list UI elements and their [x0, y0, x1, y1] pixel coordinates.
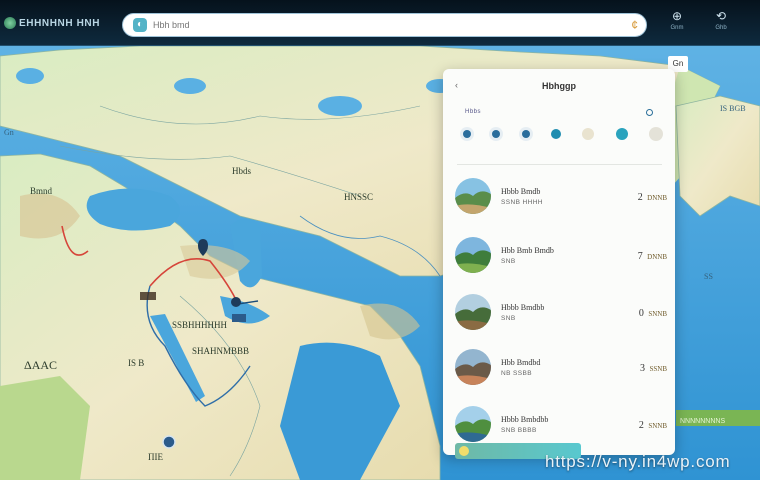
panel-subheading: Hbbs — [465, 109, 482, 115]
app-logo-text: EHHNHNH HNH — [19, 17, 101, 29]
locate-button[interactable]: ⟲ Ghb — [706, 9, 736, 31]
category-dot[interactable] — [648, 127, 663, 141]
place-card[interactable]: Hbb Bmb Bmdb SNB 7 DNNB — [455, 230, 667, 280]
place-badge: DNNB — [647, 194, 667, 202]
map-marker-box-2[interactable] — [140, 292, 156, 300]
map-pin-3[interactable] — [162, 435, 176, 449]
map-label-5: SSBHHHHHH — [172, 320, 228, 330]
map-legend-strip: NNNNNNNNS — [676, 410, 760, 426]
category-filter-row — [463, 127, 663, 141]
panel-divider — [457, 164, 662, 165]
top-bar: EHHNHNH HNH ◐ ¢ ⊕ Gnm ⟲ Ghb — [0, 0, 760, 46]
place-title: Hbb Bmdbd — [501, 357, 541, 367]
place-badge: SNNB — [648, 310, 667, 318]
place-count: 0 — [638, 308, 644, 319]
place-count: 3 — [640, 363, 646, 374]
place-count: 7 — [637, 251, 643, 262]
place-card[interactable]: Hbbb Bmdbb SNB 0 SNNB — [455, 287, 667, 337]
search-input[interactable] — [153, 20, 613, 30]
locate-button-label: Ghb — [715, 25, 727, 31]
landmass-east — [675, 95, 760, 217]
sea-label-3: SS — [704, 272, 713, 281]
lake-3 — [174, 78, 206, 94]
locate-icon: ⟲ — [715, 9, 727, 23]
place-thumbnail — [455, 406, 491, 442]
place-count: 2 — [637, 192, 643, 203]
place-subtitle: NB SSBB — [501, 369, 532, 377]
place-title: Hbbb Bmbdbb — [501, 414, 549, 424]
info-icon — [459, 446, 469, 456]
layers-button-label: Gnm — [670, 25, 684, 31]
map-label-6: SHAHNMBBB — [192, 346, 250, 356]
place-subtitle: SSNB HHHH — [501, 198, 543, 206]
globe-icon — [4, 17, 16, 29]
category-dot[interactable] — [492, 130, 501, 138]
place-title: Hbb Bmb Bmdb — [501, 245, 554, 255]
place-thumbnail — [455, 294, 491, 330]
place-card[interactable]: Hbb Bmdbd NB SSBB 3 SSNB — [455, 342, 667, 392]
inland-sea-1 — [86, 188, 180, 231]
category-dot[interactable] — [615, 128, 628, 140]
lake-4 — [16, 68, 44, 84]
category-dot[interactable] — [463, 130, 471, 138]
category-dot[interactable] — [550, 129, 561, 139]
lake-1 — [318, 96, 362, 116]
place-title: Hbbb Bmdbb — [501, 302, 545, 312]
watermark: https://v-ny.in4wp.com — [545, 452, 731, 471]
app-logo[interactable]: EHHNHNH HNH — [4, 17, 100, 29]
place-card[interactable]: Hbbb Bmdb SSNB HHHH 2 DNNB — [455, 171, 667, 221]
place-badge: SSNB — [649, 365, 667, 373]
sea-label-2: IS BGB — [720, 104, 746, 113]
place-thumbnail — [455, 349, 491, 385]
place-title: Hbbb Bmdb — [501, 186, 541, 196]
places-panel: ‹ Hbhggp Hbbs Hbbb Bmdb SSNB HHHH 2 DNNB Hb… — [443, 69, 675, 459]
map-label-4: ΔΑAC — [24, 358, 58, 372]
map-marker-box[interactable] — [232, 314, 246, 322]
panel-title: Hbhggp — [542, 81, 576, 91]
place-thumbnail — [455, 178, 491, 214]
place-thumbnail — [455, 237, 491, 273]
place-card[interactable]: Hbbb Bmbdbb SNB BBBB 2 SNNB — [455, 399, 667, 449]
map-label-8: ΠΙΕ — [148, 452, 163, 462]
map-label-7: IS B — [128, 358, 145, 368]
map-legend-strip-text: NNNNNNNNS — [680, 418, 726, 425]
place-subtitle: SNB BBBB — [501, 426, 537, 434]
place-badge: DNNB — [647, 253, 667, 261]
layers-button[interactable]: ⊕ Gnm — [662, 9, 692, 31]
place-count: 2 — [638, 420, 644, 431]
search-bar[interactable]: ◐ ¢ — [122, 13, 647, 37]
map-label-3: HNSSC — [344, 192, 374, 202]
place-subtitle: SNB — [501, 314, 516, 322]
map-label-1: Hbds — [232, 166, 252, 176]
category-dot[interactable] — [582, 128, 595, 140]
filter-icon[interactable] — [646, 109, 653, 116]
clear-search-icon[interactable]: ¢ — [631, 18, 638, 32]
category-dot[interactable] — [521, 130, 530, 138]
layers-icon: ⊕ — [671, 9, 683, 23]
map-pin-2[interactable] — [231, 297, 241, 307]
place-subtitle: SNB — [501, 257, 516, 265]
sea-label-1: Gn — [4, 128, 14, 137]
place-badge: SNNB — [648, 422, 667, 430]
map-label-2: Bmnd — [30, 186, 53, 196]
search-icon: ◐ — [133, 18, 147, 32]
